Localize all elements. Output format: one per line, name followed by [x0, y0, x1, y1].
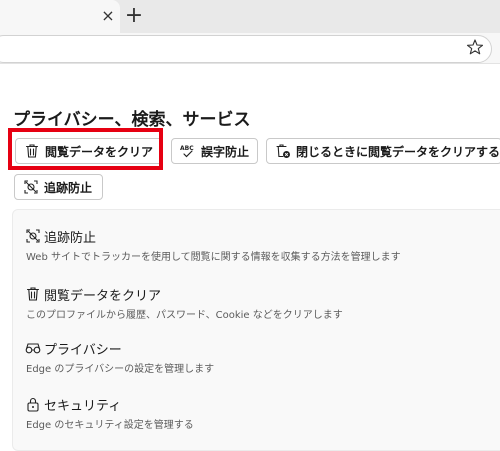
tracking-prevention-icon [26, 229, 40, 243]
chip-label: 追跡防止 [44, 180, 93, 195]
page-title: プライバシー、検索、サービス [13, 110, 251, 130]
tracking-prevention-item[interactable]: 追跡防止 Web サイトでトラッカーを使用して閲覧に関する情報を収集する方法を管… [25, 226, 401, 263]
trash-close-icon [276, 144, 290, 158]
spellcheck-chip[interactable]: ABC 誤字防止 [171, 138, 258, 164]
highlight-box [8, 128, 163, 170]
tracking-prevention-chip[interactable]: 追跡防止 [14, 174, 103, 200]
toolbar-divider [0, 63, 500, 64]
browser-toolbar [0, 33, 500, 63]
favorite-star-icon[interactable] [466, 38, 484, 56]
item-description: Edge のセキュリティ設定を管理する [26, 420, 194, 431]
item-description: Web サイトでトラッカーを使用して閲覧に関する情報を収集する方法を管理します [26, 252, 401, 263]
chip-label: 誤字防止 [201, 144, 250, 159]
item-label: プライバシー [44, 342, 122, 358]
address-bar[interactable] [0, 35, 492, 63]
item-label: セキュリティ [44, 398, 122, 414]
security-item[interactable]: セキュリティ Edge のセキュリティ設定を管理する [25, 394, 194, 431]
trash-icon [26, 287, 40, 301]
clear-on-close-chip[interactable]: 閉じるときに閲覧データをクリアする [266, 138, 500, 164]
tracking-prevention-icon [24, 180, 38, 194]
spellcheck-icon: ABC [180, 145, 194, 158]
clear-browsing-data-item[interactable]: 閲覧データをクリア このプロファイルから履歴、パスワード、Cookie などをク… [25, 284, 343, 321]
new-tab-icon[interactable]: + [123, 4, 145, 28]
browser-tab[interactable]: × [0, 0, 120, 33]
item-label: 追跡防止 [44, 230, 97, 246]
glasses-icon [25, 343, 41, 354]
item-description: このプロファイルから履歴、パスワード、Cookie などをクリアします [26, 310, 343, 321]
tab-bar: × + [0, 0, 500, 33]
tab-close-icon[interactable]: × [99, 7, 117, 25]
lock-icon [27, 397, 39, 412]
privacy-item[interactable]: プライバシー Edge のプライバシーの設定を管理します [25, 338, 214, 375]
item-description: Edge のプライバシーの設定を管理します [26, 364, 215, 375]
item-label: 閲覧データをクリア [44, 288, 162, 304]
chip-label: 閉じるときに閲覧データをクリアする [296, 144, 500, 159]
